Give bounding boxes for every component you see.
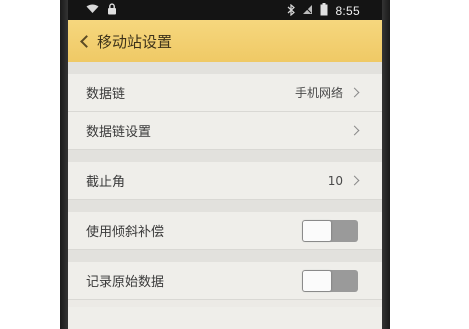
list-bottom-area (68, 307, 382, 329)
settings-list: 数据链 手机网络 数据链设置 截止角 10 使用倾斜补偿 记录原始数据 (68, 62, 382, 300)
section-divider (68, 62, 382, 74)
tilt-compensation-label: 使用倾斜补偿 (86, 225, 165, 240)
toggle-knob (303, 220, 331, 241)
data-link-value: 手机网络 (294, 86, 343, 100)
page-title: 移动站设置 (97, 32, 173, 51)
bluetooth-icon (287, 3, 296, 19)
record-raw-data-label: 记录原始数据 (86, 275, 165, 290)
cutoff-angle-label: 截止角 (86, 175, 126, 190)
back-button[interactable]: 移动站设置 (68, 31, 172, 52)
data-link-label: 数据链 (86, 87, 126, 102)
data-link-settings-label: 数据链设置 (86, 125, 152, 140)
signal-icon (302, 4, 313, 18)
record-raw-data-row: 记录原始数据 (68, 262, 382, 300)
lock-icon (107, 3, 117, 18)
cutoff-angle-value: 10 (327, 173, 343, 188)
chevron-right-icon (349, 125, 360, 136)
data-link-settings-row[interactable]: 数据链设置 (68, 112, 382, 150)
cutoff-angle-row[interactable]: 截止角 10 (68, 162, 382, 200)
section-divider (68, 250, 382, 262)
tilt-compensation-row: 使用倾斜补偿 (68, 212, 382, 250)
record-raw-data-toggle[interactable] (302, 269, 358, 292)
chevron-right-icon (349, 87, 360, 98)
phone-screen: 8:55 移动站设置 数据链 手机网络 数据链设置 截止角 10 使用倾斜补偿 … (68, 0, 382, 329)
status-time: 8:55 (335, 4, 360, 18)
toggle-knob (303, 270, 331, 291)
section-divider (68, 150, 382, 162)
wifi-icon (86, 4, 99, 17)
chevron-right-icon (349, 175, 360, 186)
battery-icon (320, 3, 328, 19)
tilt-compensation-toggle[interactable] (302, 219, 358, 242)
chevron-left-icon (80, 34, 93, 48)
app-bar: 移动站设置 (68, 20, 382, 62)
status-bar: 8:55 (68, 0, 382, 20)
section-divider (68, 200, 382, 212)
data-link-row[interactable]: 数据链 手机网络 (68, 74, 382, 112)
